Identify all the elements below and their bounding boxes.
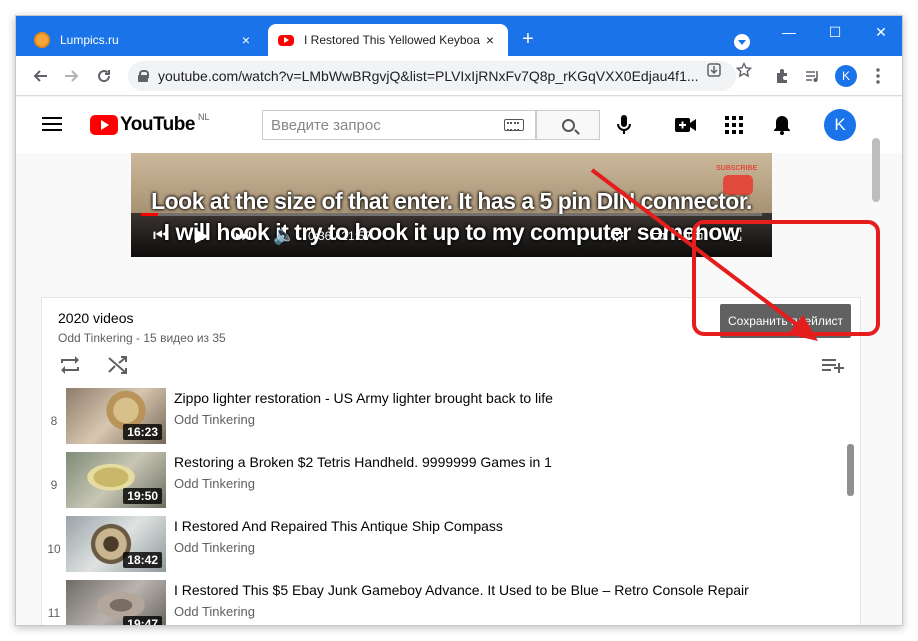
close-window-button[interactable]: ✕ bbox=[858, 16, 902, 48]
video-channel: Odd Tinkering bbox=[174, 604, 255, 619]
item-index: 11 bbox=[47, 606, 61, 620]
playlist-title[interactable]: 2020 videos bbox=[58, 310, 134, 326]
search-button[interactable] bbox=[536, 110, 600, 140]
url-text: youtube.com/watch?v=LMbWwBRgvjQ&list=PLV… bbox=[158, 68, 699, 84]
playlist-panel: 2020 videos Odd Tinkering - 15 видео из … bbox=[41, 297, 861, 625]
video-title[interactable]: I Restored This $5 Ebay Junk Gameboy Adv… bbox=[174, 582, 749, 598]
profile-avatar: K bbox=[835, 65, 857, 87]
youtube-page: YouTube NL Введите запрос K SUBSCRIBE Lo… bbox=[16, 97, 902, 625]
progress-bar[interactable] bbox=[141, 213, 762, 216]
playlist-item[interactable]: 10 18:42 I Restored And Repaired This An… bbox=[42, 512, 848, 576]
previous-icon[interactable]: ⏮ bbox=[153, 225, 169, 246]
minimize-button[interactable]: — bbox=[766, 16, 812, 48]
time-display: 0:36 / 21:57 bbox=[308, 229, 372, 243]
tab-strip: Lumpics.ru × I Restored This Yellowed Ke… bbox=[16, 16, 902, 56]
video-title[interactable]: Zippo lighter restoration - US Army ligh… bbox=[174, 390, 553, 406]
search-icon bbox=[561, 118, 575, 132]
search-input[interactable]: Введите запрос bbox=[262, 110, 536, 140]
duration-badge: 16:23 bbox=[123, 424, 162, 440]
reload-icon[interactable] bbox=[90, 62, 118, 90]
video-thumbnail[interactable]: 19:47 bbox=[66, 580, 166, 625]
youtube-play-icon bbox=[90, 115, 118, 135]
volume-icon[interactable]: 🔈 bbox=[273, 225, 295, 246]
settings-gear-icon[interactable]: ⚙ bbox=[609, 225, 625, 246]
install-icon[interactable] bbox=[704, 62, 724, 82]
create-video-icon[interactable] bbox=[674, 113, 698, 137]
keyboard-icon[interactable] bbox=[504, 119, 524, 131]
playlist-subtitle: Odd Tinkering - 15 видео из 35 bbox=[58, 331, 226, 345]
lock-icon bbox=[138, 70, 149, 82]
duration-badge: 19:47 bbox=[123, 616, 162, 625]
item-index: 8 bbox=[50, 414, 58, 428]
microphone-icon[interactable] bbox=[612, 113, 636, 137]
playlist-item[interactable]: 8 16:23 Zippo lighter restoration - US A… bbox=[42, 384, 848, 448]
browser-toolbar: youtube.com/watch?v=LMbWwBRgvjQ&list=PLV… bbox=[16, 56, 902, 96]
tab-search-icon[interactable] bbox=[734, 34, 750, 50]
hamburger-menu-icon[interactable] bbox=[42, 117, 62, 131]
playlist-scrollbar[interactable] bbox=[847, 444, 854, 496]
annotation-highlight-box bbox=[692, 220, 880, 336]
extensions-icon[interactable] bbox=[768, 62, 796, 90]
menu-kebab-icon[interactable] bbox=[864, 62, 892, 90]
subscribe-watermark: SUBSCRIBE bbox=[716, 165, 758, 172]
player-controls: ⏮ ▶ ⏭ 🔈 0:36 / 21:57 ⚙ ▭ ▭ ⛶ bbox=[131, 223, 772, 253]
caption-line: Look at the size of that enter. It has a… bbox=[151, 188, 752, 214]
tab-close-icon[interactable]: × bbox=[238, 32, 254, 48]
tab-lumpics[interactable]: Lumpics.ru × bbox=[24, 24, 264, 56]
new-tab-button[interactable]: + bbox=[516, 28, 540, 51]
next-icon[interactable]: ⏭ bbox=[235, 225, 251, 246]
loop-icon[interactable] bbox=[60, 356, 82, 376]
video-channel: Odd Tinkering bbox=[174, 412, 255, 427]
item-index: 9 bbox=[50, 478, 58, 492]
playlist-channel[interactable]: Odd Tinkering bbox=[58, 331, 133, 345]
tab-title: I Restored This Yellowed Keyboa bbox=[304, 33, 480, 47]
playlist-item[interactable]: 9 19:50 Restoring a Broken $2 Tetris Han… bbox=[42, 448, 848, 512]
video-thumbnail[interactable]: 19:50 bbox=[66, 452, 166, 508]
notifications-bell-icon[interactable] bbox=[770, 113, 794, 137]
video-player[interactable]: SUBSCRIBE Look at the size of that enter… bbox=[131, 153, 772, 257]
youtube-logo[interactable]: YouTube NL bbox=[90, 112, 210, 136]
forward-icon[interactable] bbox=[58, 62, 86, 90]
video-channel: Odd Tinkering bbox=[174, 540, 255, 555]
address-bar[interactable]: youtube.com/watch?v=LMbWwBRgvjQ&list=PLV… bbox=[128, 61, 736, 91]
media-control-icon[interactable] bbox=[798, 62, 826, 90]
play-icon[interactable]: ▶ bbox=[195, 225, 209, 246]
playlist-count: - 15 видео из 35 bbox=[132, 331, 226, 345]
page-scrollbar[interactable] bbox=[872, 138, 880, 202]
profile-button[interactable]: K bbox=[832, 62, 860, 90]
video-thumbnail[interactable]: 18:42 bbox=[66, 516, 166, 572]
tab-youtube[interactable]: I Restored This Yellowed Keyboa × bbox=[268, 24, 508, 56]
video-channel: Odd Tinkering bbox=[174, 476, 255, 491]
lumpics-favicon-icon bbox=[34, 32, 50, 48]
duration-badge: 18:42 bbox=[123, 552, 162, 568]
video-title[interactable]: I Restored And Repaired This Antique Shi… bbox=[174, 518, 503, 534]
shuffle-icon[interactable] bbox=[108, 356, 130, 376]
apps-grid-icon[interactable] bbox=[722, 113, 746, 137]
youtube-header: YouTube NL Введите запрос K bbox=[16, 97, 902, 153]
item-index: 10 bbox=[47, 542, 61, 556]
youtube-wordmark: YouTube bbox=[120, 114, 195, 135]
video-thumbnail[interactable]: 16:23 bbox=[66, 388, 166, 444]
search-placeholder: Введите запрос bbox=[271, 116, 381, 134]
save-playlist-icon[interactable] bbox=[822, 356, 846, 376]
bookmark-star-icon[interactable] bbox=[734, 61, 754, 82]
playlist-item[interactable]: 11 19:47 I Restored This $5 Ebay Junk Ga… bbox=[42, 576, 848, 625]
account-avatar[interactable]: K bbox=[824, 109, 856, 141]
back-icon[interactable] bbox=[26, 62, 54, 90]
maximize-button[interactable]: ☐ bbox=[812, 16, 858, 48]
progress-fill bbox=[141, 213, 158, 216]
miniplayer-icon[interactable]: ▭ bbox=[649, 225, 666, 246]
video-title[interactable]: Restoring a Broken $2 Tetris Handheld. 9… bbox=[174, 454, 552, 470]
duration-badge: 19:50 bbox=[123, 488, 162, 504]
region-code: NL bbox=[197, 112, 210, 122]
tab-title: Lumpics.ru bbox=[60, 33, 119, 47]
tab-close-icon[interactable]: × bbox=[482, 32, 498, 48]
youtube-favicon-icon bbox=[278, 34, 294, 46]
